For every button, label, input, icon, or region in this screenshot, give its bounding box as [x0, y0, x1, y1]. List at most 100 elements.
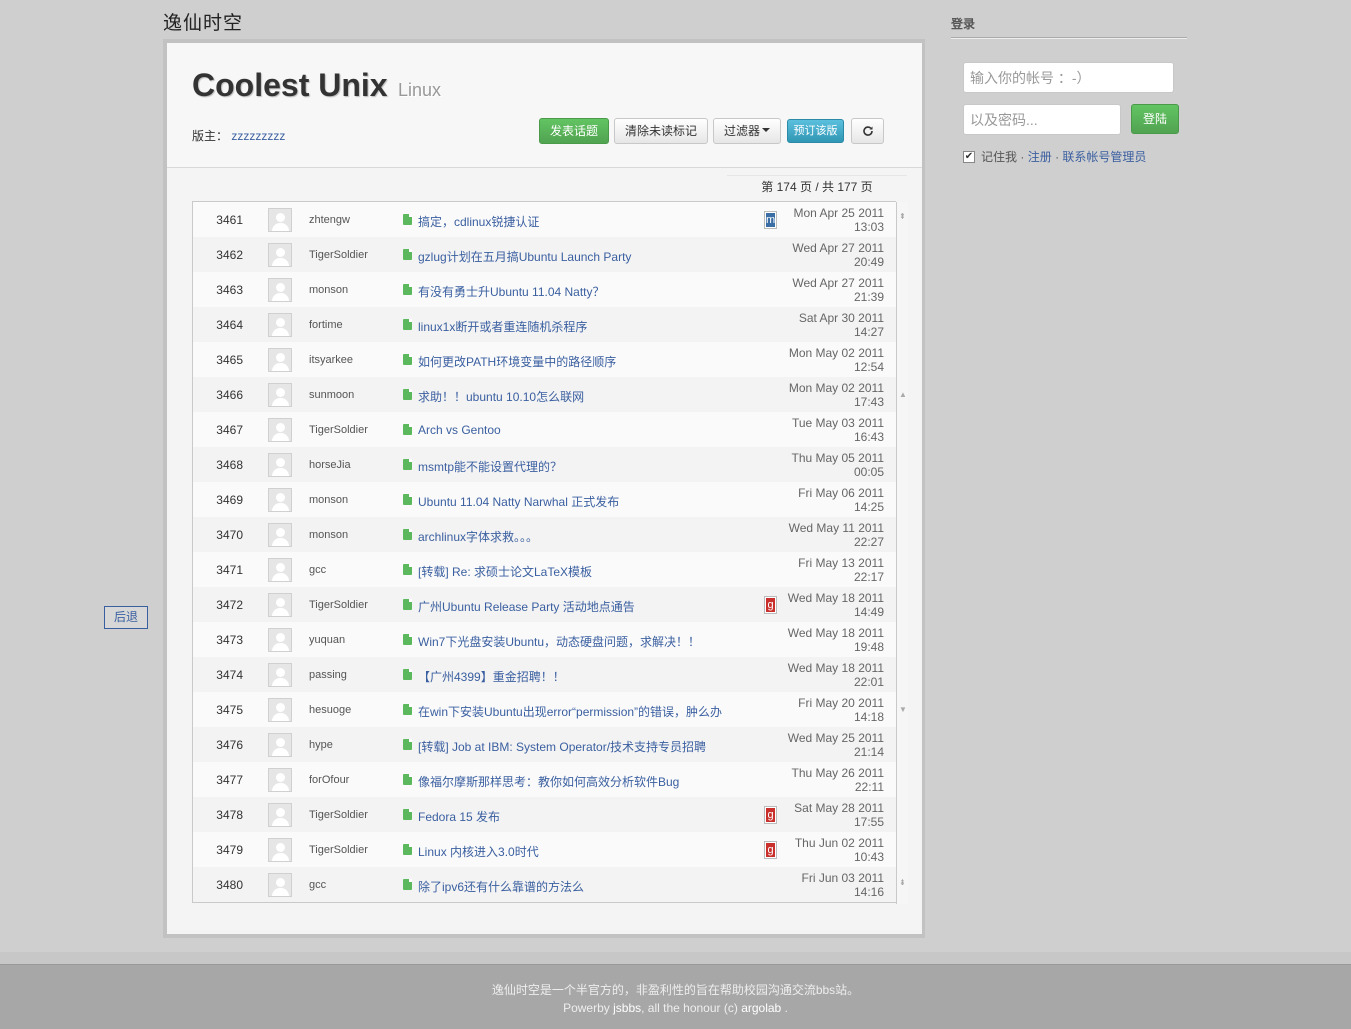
topic-title-link[interactable]: 除了ipv6还有什么靠谱的方法么: [418, 878, 584, 895]
topic-title-link[interactable]: 广州Ubuntu Release Party 活动地点通告: [418, 598, 635, 615]
topic-title-link[interactable]: archlinux字体求救。。。: [418, 528, 538, 545]
table-row[interactable]: 3463 monson 有没有勇士升Ubuntu 11.04 Natty？ Wed A…: [193, 272, 896, 307]
topic-author[interactable]: gcc: [309, 879, 326, 891]
topic-title-link[interactable]: 像福尔摩斯那样思考：教你如何高效分析软件Bug: [418, 773, 679, 790]
contact-admin-link[interactable]: 联系帐号管理员: [1062, 150, 1146, 164]
topic-author[interactable]: horseJia: [309, 459, 351, 471]
topic-title-link[interactable]: 搞定，cdlinux锐捷认证: [418, 213, 539, 230]
table-row[interactable]: 3478 TigerSoldier Fedora 15 发布 g Sat May 28 …: [193, 797, 896, 832]
scroll-up-icon[interactable]: ▲: [899, 390, 907, 399]
avatar[interactable]: [268, 243, 292, 267]
table-row[interactable]: 3467 TigerSoldier Arch vs Gentoo Tue May 03…: [193, 412, 896, 447]
topic-title-link[interactable]: linux1x断开或者重连随机杀程序: [418, 318, 587, 335]
table-row[interactable]: 3470 monson archlinux字体求救。。。 Wed May 11 201…: [193, 517, 896, 552]
topic-author[interactable]: TigerSoldier: [309, 844, 368, 856]
scroll-bottom-icon[interactable]: ⇟: [899, 878, 906, 887]
topic-author[interactable]: TigerSoldier: [309, 249, 368, 261]
table-row[interactable]: 3473 yuquan Win7下光盘安装Ubuntu，动态硬盘问题，求解决！！ We…: [193, 622, 896, 657]
avatar[interactable]: [268, 313, 292, 337]
table-row[interactable]: 3468 horseJia msmtp能不能设置代理的？ Thu May 05 201…: [193, 447, 896, 482]
register-link[interactable]: 注册: [1028, 150, 1052, 164]
back-button[interactable]: 后退: [104, 606, 148, 629]
moderator-link[interactable]: zzzzzzzzz: [231, 129, 285, 143]
topic-title-link[interactable]: Ubuntu 11.04 Natty Narwhal 正式发布: [418, 493, 619, 510]
table-row[interactable]: 3475 hesuoge 在win下安装Ubuntu出现error“permissi…: [193, 692, 896, 727]
table-row[interactable]: 3461 zhtengw 搞定，cdlinux锐捷认证 m Mon Apr 25 201…: [193, 202, 896, 237]
topic-author[interactable]: itsyarkee: [309, 354, 353, 366]
topic-title-link[interactable]: 如何更改PATH环境变量中的路径顺序: [418, 353, 616, 370]
password-input[interactable]: [963, 104, 1121, 135]
site-title[interactable]: 逸仙时空: [163, 8, 243, 35]
avatar[interactable]: [268, 838, 292, 862]
topic-author[interactable]: fortime: [309, 319, 343, 331]
topic-title-link[interactable]: 求助！！ubuntu 10.10怎么联网: [418, 388, 584, 405]
avatar[interactable]: [268, 628, 292, 652]
filter-dropdown[interactable]: 过滤器: [713, 118, 781, 144]
topic-author[interactable]: sunmoon: [309, 389, 354, 401]
avatar[interactable]: [268, 453, 292, 477]
topic-author[interactable]: forOfour: [309, 774, 349, 786]
post-topic-button[interactable]: 发表话题: [539, 118, 609, 144]
topic-author[interactable]: passing: [309, 669, 347, 681]
avatar[interactable]: [268, 733, 292, 757]
topic-author[interactable]: TigerSoldier: [309, 599, 368, 611]
topic-author[interactable]: hype: [309, 739, 333, 751]
table-row[interactable]: 3466 sunmoon 求助！！ubuntu 10.10怎么联网 Mon May 0…: [193, 377, 896, 412]
topic-title-link[interactable]: 在win下安装Ubuntu出现error“permission”的错误，肿么办: [418, 703, 722, 720]
refresh-button[interactable]: [851, 118, 884, 144]
topic-title-link[interactable]: Linux 内核进入3.0时代: [418, 843, 539, 860]
topic-title-link[interactable]: msmtp能不能设置代理的？: [418, 458, 562, 475]
topic-author[interactable]: gcc: [309, 564, 326, 576]
clear-unread-button[interactable]: 清除未读标记: [614, 118, 708, 144]
avatar[interactable]: [268, 278, 292, 302]
topic-author[interactable]: zhtengw: [309, 214, 350, 226]
argolab-link[interactable]: argolab: [741, 1001, 781, 1015]
avatar[interactable]: [268, 558, 292, 582]
avatar[interactable]: [268, 768, 292, 792]
login-button[interactable]: 登陆: [1131, 104, 1179, 134]
topic-author[interactable]: monson: [309, 529, 348, 541]
jsbbs-link[interactable]: jsbbs: [613, 1001, 641, 1015]
avatar[interactable]: [268, 488, 292, 512]
subscribe-button[interactable]: 预订该版: [787, 119, 844, 143]
avatar[interactable]: [268, 418, 292, 442]
table-row[interactable]: 3479 TigerSoldier Linux 内核进入3.0时代 g Thu Jun …: [193, 832, 896, 867]
table-row[interactable]: 3462 TigerSoldier gzlug计划在五月搞Ubuntu Launch…: [193, 237, 896, 272]
topic-author[interactable]: hesuoge: [309, 704, 351, 716]
avatar[interactable]: [268, 663, 292, 687]
username-input[interactable]: [963, 62, 1174, 93]
table-row[interactable]: 3477 forOfour 像福尔摩斯那样思考：教你如何高效分析软件Bug Thu M…: [193, 762, 896, 797]
topic-title-link[interactable]: [转载] Re: 求硕士论文LaTeX模板: [418, 563, 592, 580]
topic-title-link[interactable]: gzlug计划在五月搞Ubuntu Launch Party: [418, 248, 631, 265]
topic-author[interactable]: monson: [309, 284, 348, 296]
remember-checkbox[interactable]: ✔: [963, 150, 975, 163]
topic-title-link[interactable]: Win7下光盘安装Ubuntu，动态硬盘问题，求解决！！: [418, 633, 700, 650]
topic-author[interactable]: monson: [309, 494, 348, 506]
avatar[interactable]: [268, 593, 292, 617]
table-row[interactable]: 3469 monson Ubuntu 11.04 Natty Narwhal 正式发…: [193, 482, 896, 517]
table-row[interactable]: 3471 gcc [转载] Re: 求硕士论文LaTeX模板 Fri May 13 2…: [193, 552, 896, 587]
avatar[interactable]: [268, 523, 292, 547]
avatar[interactable]: [268, 698, 292, 722]
topic-title-link[interactable]: Arch vs Gentoo: [418, 423, 501, 437]
table-row[interactable]: 3465 itsyarkee 如何更改PATH环境变量中的路径顺序 Mon May 0…: [193, 342, 896, 377]
scroll-top-icon[interactable]: ⇞: [899, 212, 906, 221]
table-row[interactable]: 3474 passing 【广州4399】重金招聘！！ Wed May 18 2011…: [193, 657, 896, 692]
avatar[interactable]: [268, 208, 292, 232]
topic-title-link[interactable]: 【广州4399】重金招聘！！: [418, 668, 565, 685]
topic-title-link[interactable]: [转载] Job at IBM: System Operator/技术支持专员招…: [418, 738, 706, 755]
topic-title-link[interactable]: Fedora 15 发布: [418, 808, 500, 825]
table-row[interactable]: 3464 fortime linux1x断开或者重连随机杀程序 Sat Apr 30 …: [193, 307, 896, 342]
table-row[interactable]: 3476 hype [转载] Job at IBM: System Operator…: [193, 727, 896, 762]
avatar[interactable]: [268, 348, 292, 372]
topic-list-scrollbar[interactable]: ⇞ ▲ ▼ ⇟: [896, 202, 908, 904]
avatar[interactable]: [268, 803, 292, 827]
topic-author[interactable]: TigerSoldier: [309, 809, 368, 821]
topic-author[interactable]: TigerSoldier: [309, 424, 368, 436]
topic-title-link[interactable]: 有没有勇士升Ubuntu 11.04 Natty？: [418, 283, 605, 300]
table-row[interactable]: 3472 TigerSoldier 广州Ubuntu Release Party 活…: [193, 587, 896, 622]
scroll-down-icon[interactable]: ▼: [899, 705, 907, 714]
topic-author[interactable]: yuquan: [309, 634, 345, 646]
table-row[interactable]: 3480 gcc 除了ipv6还有什么靠谱的方法么 Fri Jun 03 2011 14…: [193, 867, 896, 902]
avatar[interactable]: [268, 383, 292, 407]
